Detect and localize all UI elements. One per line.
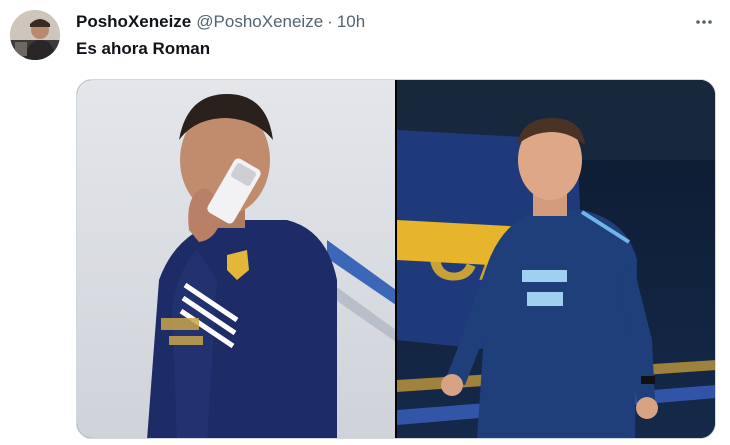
media-photo-left[interactable] (77, 80, 395, 438)
tweet-media[interactable]: CA (76, 79, 716, 439)
tweet-header: PoshoXeneize @PoshoXeneize · 10h (76, 11, 365, 33)
more-options-icon (696, 20, 712, 24)
photo-coach-stadium: CA (397, 80, 715, 438)
avatar-image (10, 10, 60, 60)
separator-dot: · (327, 12, 333, 31)
tweet-text: Es ahora Roman (76, 39, 211, 58)
timestamp[interactable]: 10h (337, 12, 365, 32)
photo-man-on-phone (77, 80, 395, 438)
tweet[interactable]: PoshoXeneize @PoshoXeneize · 10h Es ahor… (0, 0, 730, 445)
media-photo-right[interactable]: CA (397, 80, 715, 438)
avatar[interactable] (10, 10, 60, 60)
more-options-button[interactable] (692, 10, 716, 34)
display-name[interactable]: PoshoXeneize (76, 12, 191, 32)
user-handle[interactable]: @PoshoXeneize (196, 12, 323, 32)
